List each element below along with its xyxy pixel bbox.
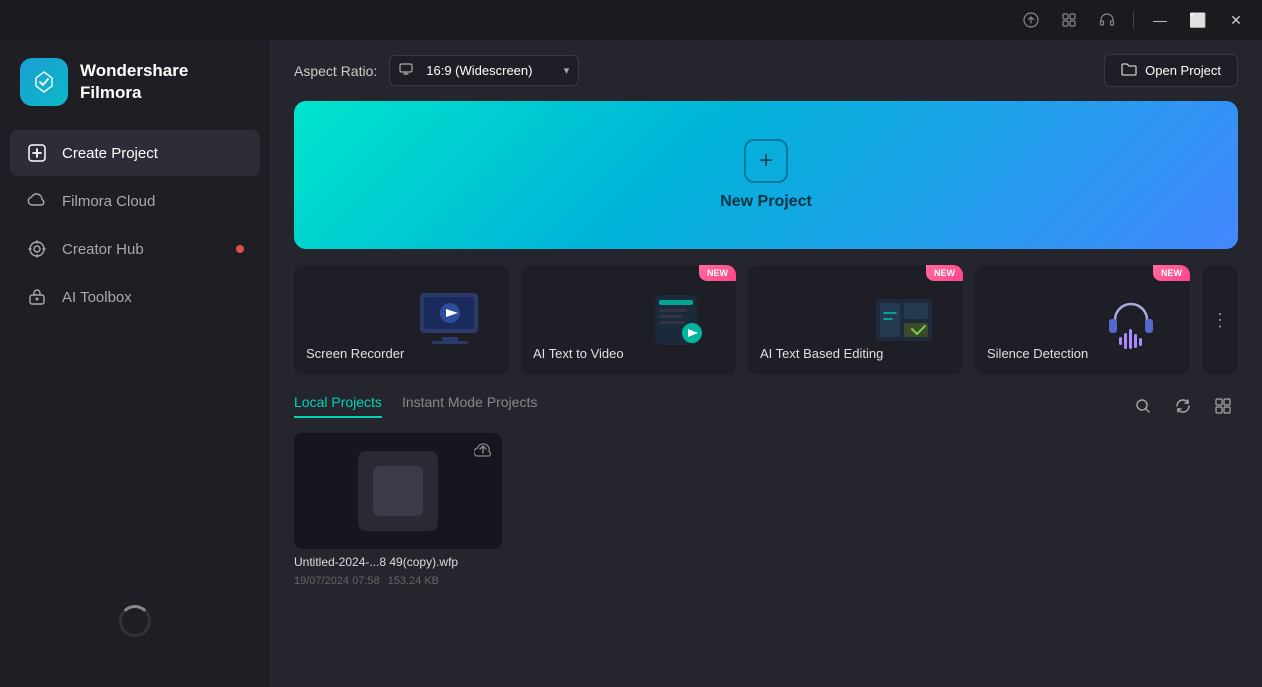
creator-hub-icon <box>26 238 48 260</box>
thumb-inner <box>373 466 423 516</box>
tab-local-projects[interactable]: Local Projects <box>294 394 382 418</box>
project-size: 153.24 KB <box>388 575 439 587</box>
creator-hub-badge <box>236 245 244 253</box>
thumb-shape <box>358 451 438 531</box>
titlebar: — ⬜ ✕ <box>0 0 1262 40</box>
sidebar-item-create-project[interactable]: Create Project <box>10 130 260 176</box>
projects-grid: Untitled-2024-...8 49(copy).wfp 19/07/20… <box>270 433 1262 587</box>
app-logo: Wondershare Filmora <box>0 40 270 130</box>
sidebar-item-label: Creator Hub <box>62 241 144 258</box>
project-thumbnail <box>294 433 502 549</box>
aspect-ratio-label: Aspect Ratio: <box>294 63 377 79</box>
tool-card-silence-detection[interactable]: NEW Silence Detection <box>975 265 1190 375</box>
headset-icon[interactable] <box>1089 4 1125 36</box>
cloud-icon <box>26 190 48 212</box>
tabs-actions <box>1128 391 1238 421</box>
sidebar-item-label: AI Toolbox <box>62 289 132 306</box>
new-project-label: New Project <box>720 193 812 211</box>
new-project-plus-icon: + <box>744 139 788 183</box>
silence-detection-label: Silence Detection <box>987 345 1088 363</box>
app-name: Wondershare Filmora <box>80 60 188 104</box>
upload-cloud-icon <box>474 443 492 464</box>
tab-instant-mode[interactable]: Instant Mode Projects <box>402 394 537 418</box>
spinner-animation <box>119 605 151 637</box>
project-date: 19/07/2024 07:58 <box>294 575 380 587</box>
sidebar-item-label: Create Project <box>62 145 158 162</box>
tabs-list: Local Projects Instant Mode Projects <box>294 394 537 418</box>
screen-recorder-label: Screen Recorder <box>306 345 404 363</box>
upload-icon[interactable] <box>1013 4 1049 36</box>
project-card[interactable]: Untitled-2024-...8 49(copy).wfp 19/07/20… <box>294 433 502 587</box>
titlebar-separator <box>1133 11 1134 29</box>
sidebar: Wondershare Filmora Create Project Filmo… <box>0 0 270 687</box>
screen-recorder-image <box>391 265 509 375</box>
project-name: Untitled-2024-...8 49(copy).wfp <box>294 555 502 569</box>
topbar: Aspect Ratio: 16:9 (Widescreen) 4:3 1:1 … <box>270 40 1262 101</box>
new-project-banner[interactable]: + New Project <box>294 101 1238 249</box>
ai-text-to-video-image <box>618 265 736 375</box>
open-project-label: Open Project <box>1145 63 1221 78</box>
new-badge-text-based-editing: NEW <box>926 265 963 281</box>
tool-card-screen-recorder[interactable]: Screen Recorder <box>294 265 509 375</box>
minimize-button[interactable]: — <box>1142 4 1178 36</box>
loading-spinner <box>0 575 270 667</box>
aspect-ratio-select[interactable]: 16:9 (Widescreen) 4:3 1:1 9:16 21:9 <box>389 55 579 86</box>
search-button[interactable] <box>1128 391 1158 421</box>
grid-view-button[interactable] <box>1208 391 1238 421</box>
projects-tabs-row: Local Projects Instant Mode Projects <box>270 391 1262 421</box>
sidebar-item-label: Filmora Cloud <box>62 193 155 210</box>
more-icon: ⋮ <box>1211 310 1229 331</box>
more-tools-button[interactable]: ⋮ <box>1202 265 1238 375</box>
refresh-button[interactable] <box>1168 391 1198 421</box>
grid-icon[interactable] <box>1051 4 1087 36</box>
sidebar-item-filmora-cloud[interactable]: Filmora Cloud <box>10 178 260 224</box>
ai-text-based-editing-label: AI Text Based Editing <box>760 345 883 363</box>
ai-text-to-video-label: AI Text to Video <box>533 345 624 363</box>
close-button[interactable]: ✕ <box>1218 4 1254 36</box>
new-badge-text-to-video: NEW <box>699 265 736 281</box>
create-project-icon <box>26 142 48 164</box>
main-content: Aspect Ratio: 16:9 (Widescreen) 4:3 1:1 … <box>270 0 1262 687</box>
sidebar-item-ai-toolbox[interactable]: AI Toolbox <box>10 274 260 320</box>
new-badge-silence-detection: NEW <box>1153 265 1190 281</box>
aspect-ratio-select-wrapper[interactable]: 16:9 (Widescreen) 4:3 1:1 9:16 21:9 ▾ <box>389 55 579 86</box>
folder-icon <box>1121 62 1137 79</box>
ai-toolbox-icon <box>26 286 48 308</box>
titlebar-controls: — ⬜ ✕ <box>1013 4 1254 36</box>
tool-card-ai-text-based-editing[interactable]: NEW AI Text Based Editing <box>748 265 963 375</box>
logo-icon <box>20 58 68 106</box>
open-project-button[interactable]: Open Project <box>1104 54 1238 87</box>
tool-card-ai-text-to-video[interactable]: NEW AI Text to Video <box>521 265 736 375</box>
sidebar-navigation: Create Project Filmora Cloud Creator Hub <box>0 130 270 320</box>
silence-detection-image <box>1072 265 1190 375</box>
sidebar-item-creator-hub[interactable]: Creator Hub <box>10 226 260 272</box>
aspect-ratio-group: Aspect Ratio: 16:9 (Widescreen) 4:3 1:1 … <box>294 55 579 86</box>
tool-cards-row: Screen Recorder NEW AI Text to Video <box>270 265 1262 391</box>
maximize-button[interactable]: ⬜ <box>1180 4 1216 36</box>
project-meta: 19/07/2024 07:58 153.24 KB <box>294 575 502 587</box>
